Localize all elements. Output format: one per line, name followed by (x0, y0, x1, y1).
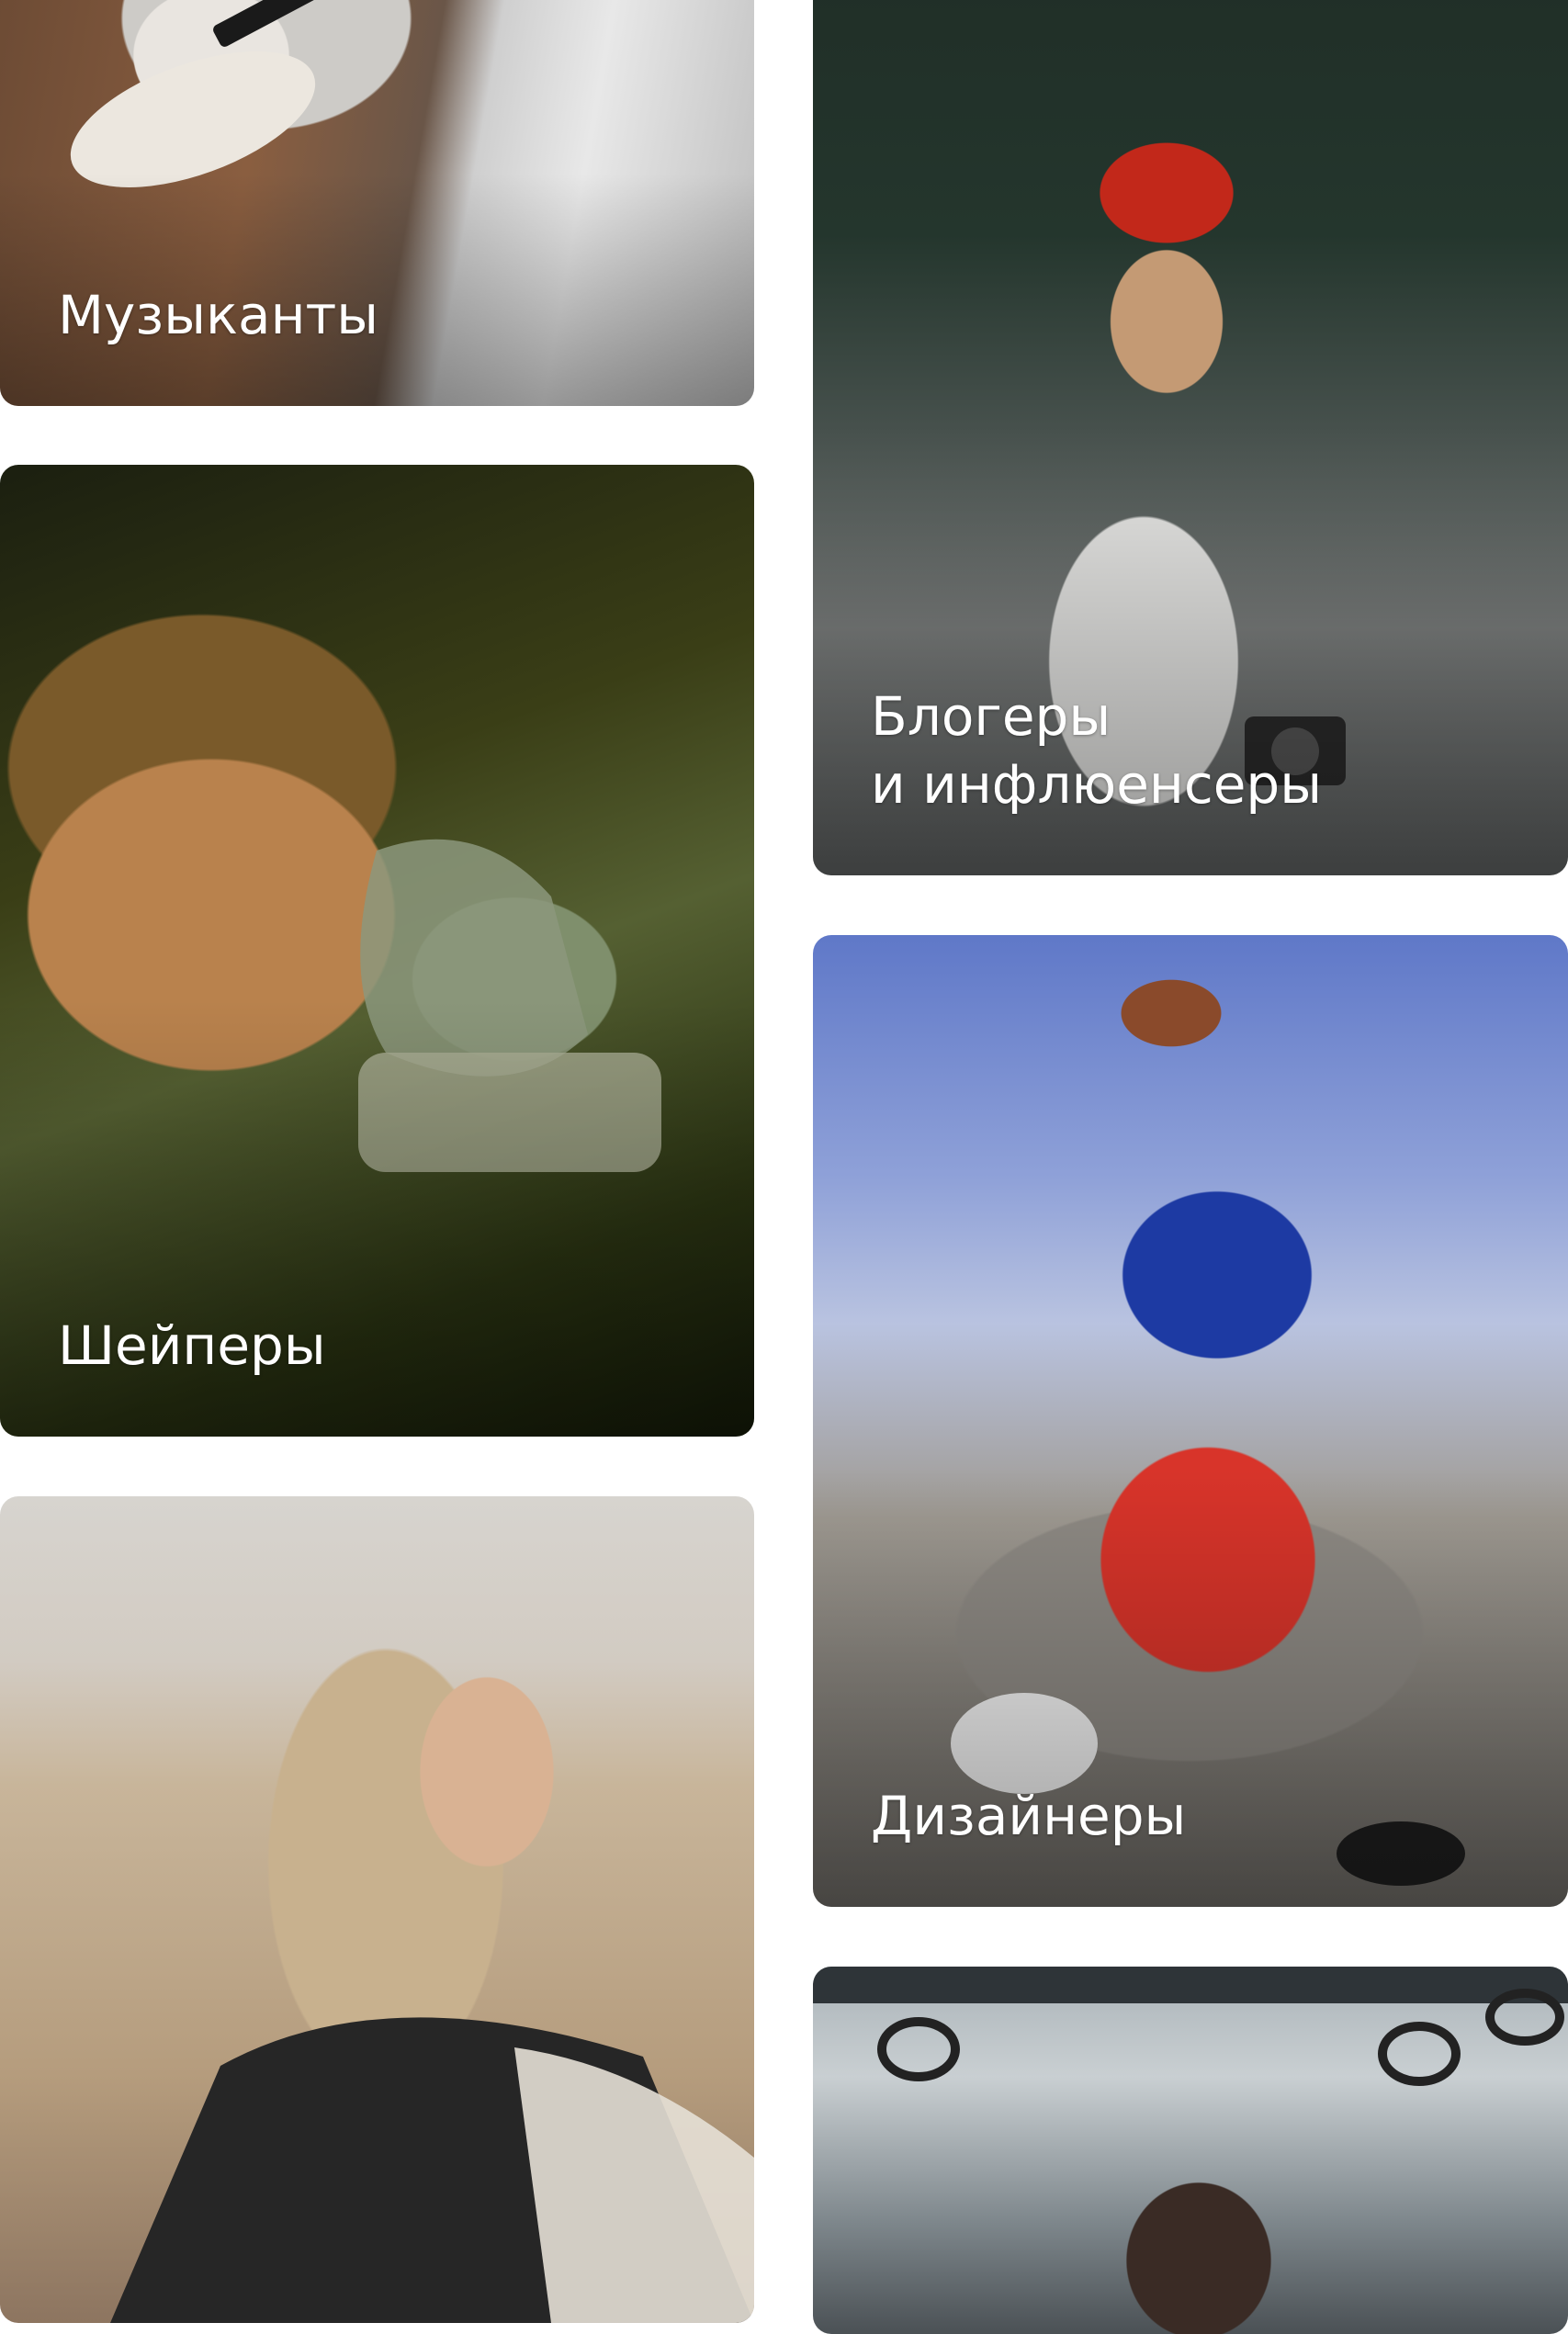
category-card-bus[interactable] (813, 1967, 1568, 2334)
surfer-photo (0, 1496, 754, 2323)
category-card-surfer[interactable] (0, 1496, 754, 2323)
card-label-bloggers: Блогеры и инфлюенсеры (871, 685, 1323, 816)
photo-shade (813, 935, 1568, 1907)
bus-handles-illustration (813, 1967, 1568, 2086)
bus-photo (813, 1967, 1568, 2334)
category-card-shapers[interactable]: Шейперы (0, 465, 754, 1437)
wetsuit-illustration (110, 2017, 754, 2323)
category-card-musicians[interactable]: Музыканты (0, 0, 754, 406)
category-card-bloggers[interactable]: Блогеры и инфлюенсеры (813, 0, 1568, 875)
card-label-musicians: Музыканты (58, 284, 379, 346)
card-label-shapers: Шейперы (58, 1314, 326, 1377)
category-card-designers[interactable]: Дизайнеры (813, 935, 1568, 1907)
card-label-designers: Дизайнеры (871, 1785, 1187, 1847)
photo-shade (0, 465, 754, 1437)
